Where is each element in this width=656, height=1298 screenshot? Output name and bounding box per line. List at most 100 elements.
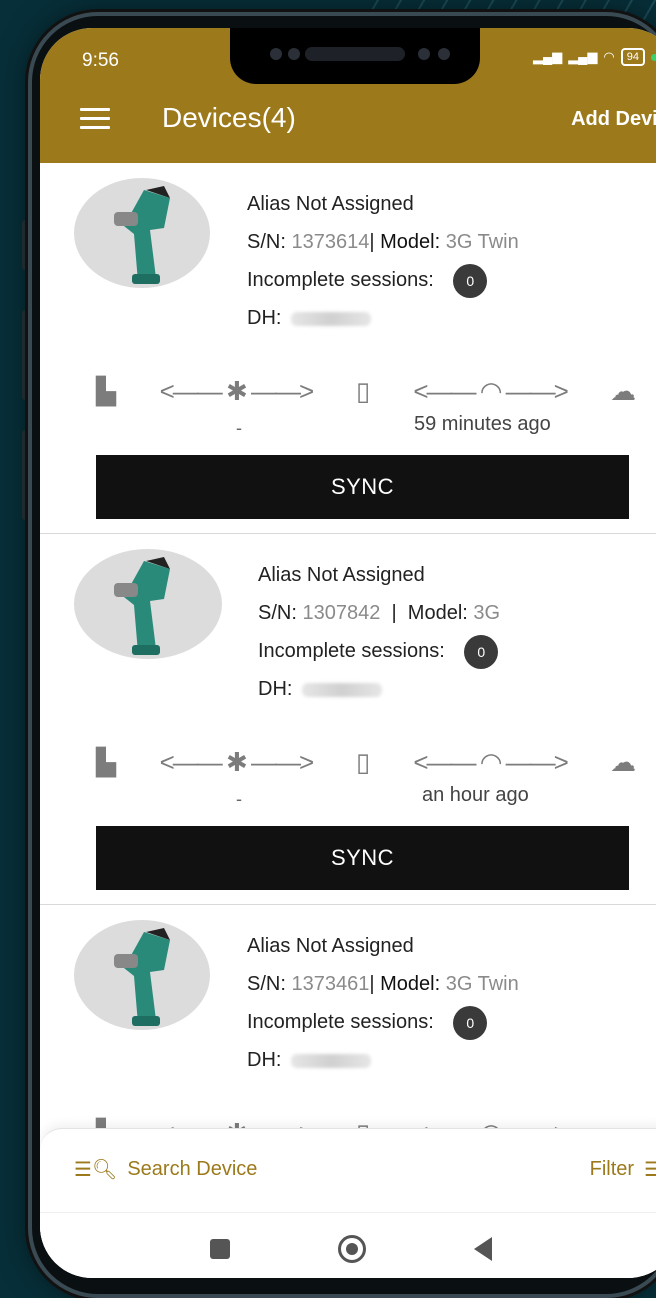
search-list-icon: ☰🔍︎ — [74, 1159, 118, 1181]
model-value: 3G Twin — [445, 231, 519, 253]
status-icons: ▂▄▆ ▂▄▆ ◠ 94 — [533, 48, 656, 66]
filter-label: Filter — [589, 1158, 635, 1180]
sessions-label: Incomplete sessions: — [258, 640, 445, 662]
camera-dot — [270, 48, 282, 60]
sync-flow: ▙ <—— ✱ ——> ▯ <—— ◠ ——> ☁ — [96, 744, 636, 780]
sessions-count-badge: 0 — [453, 1005, 488, 1040]
incomplete-sessions: Incomplete sessions: 0 — [247, 1003, 519, 1041]
sessions-count-badge: 0 — [464, 634, 499, 669]
back-icon[interactable] — [474, 1237, 492, 1261]
cloud-icon: ☁ — [610, 746, 636, 777]
device-image — [74, 178, 210, 288]
dh-label: DH: — [247, 1049, 282, 1071]
device-alias: Alias Not Assigned — [247, 193, 414, 215]
separator: | — [369, 231, 375, 253]
signal-icon: ▂▄▆ — [532, 49, 563, 64]
battery-icon: 94 — [620, 48, 645, 66]
bluetooth-link: <—— ✱ ——> — [159, 746, 315, 777]
home-icon[interactable] — [338, 1235, 366, 1263]
dh-value-redacted — [291, 311, 372, 326]
sn-value: 1373461 — [291, 973, 370, 995]
device-list: Alias Not Assigned S/N: 1373614| Model: … — [40, 163, 656, 1276]
tool-sync-time: - — [236, 789, 242, 809]
menu-icon[interactable] — [80, 108, 110, 130]
device-alias: Alias Not Assigned — [247, 935, 414, 957]
tool-image-icon — [114, 928, 170, 1026]
search-device-button[interactable]: ☰🔍︎ Search Device — [74, 1157, 257, 1182]
bluetooth-link: <—— ✱ ——> — [159, 375, 315, 406]
dh-row: DH: — [247, 299, 519, 337]
device-sn-model: S/N: 1373461| Model: 3G Twin — [247, 965, 519, 1003]
incomplete-sessions: Incomplete sessions: 0 — [258, 632, 500, 670]
camera-dot — [438, 48, 450, 60]
sync-button[interactable]: SYNC — [96, 826, 629, 890]
sessions-label: Incomplete sessions: — [247, 269, 434, 291]
dh-value-redacted — [291, 1053, 372, 1068]
device-card[interactable]: Alias Not Assigned S/N: 1373614| Model: … — [40, 163, 656, 534]
recents-icon[interactable] — [210, 1239, 230, 1259]
wifi-status-icon: ◠ — [603, 49, 615, 64]
bluetooth-icon: ✱ — [226, 746, 248, 777]
wifi-icon: ◠ — [479, 746, 503, 777]
separator: | — [391, 602, 397, 624]
device-sn-model: S/N: 1307842 | Model: 3G — [258, 594, 500, 632]
model-label: Model: — [380, 231, 441, 253]
tool-image-icon — [114, 186, 170, 284]
cloud-icon: ☁ — [610, 375, 636, 406]
dh-label: DH: — [247, 307, 282, 329]
cloud-sync-time: 59 minutes ago — [414, 413, 551, 435]
tool-image-icon — [114, 557, 170, 655]
separator: | — [369, 973, 375, 995]
device-image — [74, 549, 222, 659]
tool-sync-time: - — [236, 418, 242, 438]
model-label: Model: — [407, 602, 468, 624]
bottom-action-bar: ☰🔍︎ Search Device Filter ☰ — [40, 1128, 656, 1213]
device-info: Alias Not Assigned S/N: 1307842 | Model:… — [258, 556, 500, 708]
signal-icon: ▂▄▆ — [568, 49, 598, 64]
device-sn-model: S/N: 1373614| Model: 3G Twin — [247, 223, 519, 261]
phone-screen: 9:56 ▂▄▆ ▂▄▆ ◠ 94 Devices(4) Add Device — [40, 28, 656, 1278]
add-device-button[interactable]: Add Device — [571, 108, 656, 131]
phone-icon: ▯ — [355, 375, 371, 406]
model-value: 3G Twin — [445, 973, 519, 995]
sessions-label: Incomplete sessions: — [247, 1011, 434, 1033]
tool-icon: ▙ — [96, 375, 116, 406]
sn-label: S/N: — [247, 973, 286, 995]
model-label: Model: — [380, 973, 441, 995]
device-info: Alias Not Assigned S/N: 1373614| Model: … — [247, 185, 519, 337]
sn-value: 1307842 — [302, 602, 381, 624]
system-nav-bar — [40, 1212, 656, 1278]
device-image — [74, 920, 210, 1030]
incomplete-sessions: Incomplete sessions: 0 — [247, 261, 519, 299]
camera-dot — [418, 48, 430, 60]
bluetooth-icon: ✱ — [226, 375, 248, 406]
sn-label: S/N: — [247, 231, 286, 253]
dh-row: DH: — [247, 1041, 519, 1079]
tool-icon: ▙ — [96, 746, 116, 777]
search-device-label: Search Device — [127, 1158, 258, 1180]
wifi-link: <—— ◠ ——> — [413, 375, 569, 406]
dh-value-redacted — [302, 682, 383, 697]
model-value: 3G — [473, 602, 501, 624]
sync-flow: ▙ <—— ✱ ——> ▯ <—— ◠ ——> ☁ — [96, 373, 636, 409]
filter-button[interactable]: Filter ☰ — [590, 1157, 656, 1182]
dh-label: DH: — [258, 678, 293, 700]
page-title: Devices(4) — [162, 102, 296, 133]
filter-icon: ☰ — [644, 1159, 656, 1181]
wifi-link: <—— ◠ ——> — [413, 746, 569, 777]
camera-dot — [288, 48, 300, 60]
sn-label: S/N: — [258, 602, 297, 624]
phone-icon: ▯ — [355, 746, 371, 777]
device-card[interactable]: Alias Not Assigned S/N: 1307842 | Model:… — [40, 534, 656, 905]
cloud-sync-time: an hour ago — [422, 784, 529, 806]
camera-notch — [230, 28, 480, 84]
sn-value: 1373614 — [291, 231, 370, 253]
wifi-icon: ◠ — [479, 375, 503, 406]
app-bar: 9:56 ▂▄▆ ▂▄▆ ◠ 94 Devices(4) Add Device — [40, 28, 656, 163]
device-info: Alias Not Assigned S/N: 1373461| Model: … — [247, 927, 519, 1079]
sync-button[interactable]: SYNC — [96, 455, 629, 519]
device-alias: Alias Not Assigned — [258, 564, 425, 586]
status-time: 9:56 — [82, 50, 119, 71]
privacy-dot-icon — [651, 53, 656, 61]
sessions-count-badge: 0 — [453, 263, 488, 298]
